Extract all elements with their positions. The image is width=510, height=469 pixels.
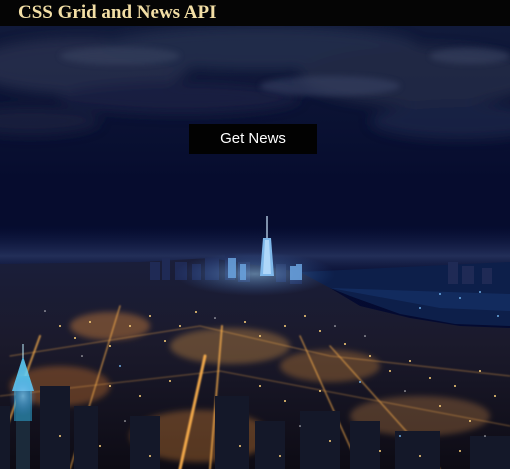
page-title: CSS Grid and News API [18, 2, 217, 23]
night-city-illustration [0, 26, 510, 469]
get-news-button[interactable]: Get News [189, 124, 317, 154]
hero-background-image [0, 26, 510, 469]
page: CSS Grid and News API Get News [0, 0, 510, 469]
page-header: CSS Grid and News API [0, 0, 510, 26]
